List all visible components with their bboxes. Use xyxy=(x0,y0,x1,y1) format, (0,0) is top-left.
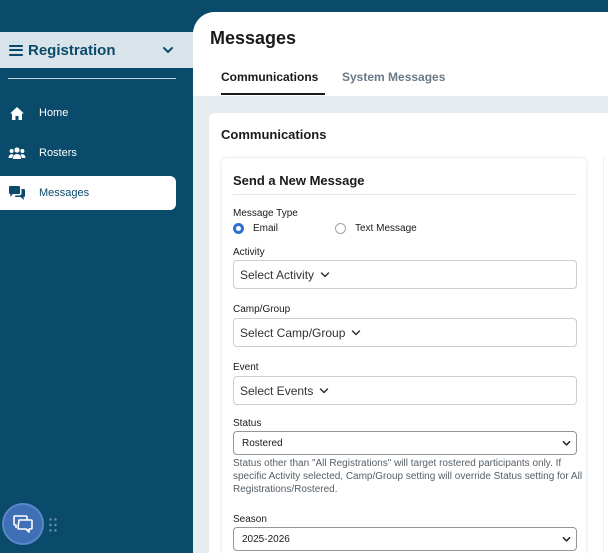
users-icon xyxy=(8,144,26,162)
main-content: Messages Communications System Messages … xyxy=(193,12,608,553)
chevron-down-icon xyxy=(352,329,361,335)
activity-label: Activity xyxy=(233,247,265,258)
event-label: Event xyxy=(233,362,259,373)
status-select-value: Rostered xyxy=(242,437,283,449)
sidebar-item-home[interactable]: Home xyxy=(0,96,176,130)
season-select-value: 2025-2026 xyxy=(242,533,290,545)
hamburger-icon[interactable] xyxy=(9,44,23,56)
event-select-placeholder: Select Events xyxy=(240,383,314,398)
chat-icon xyxy=(13,515,33,533)
activity-select[interactable]: Select Activity xyxy=(233,260,577,289)
season-label: Season xyxy=(233,514,267,525)
chevron-down-icon xyxy=(562,536,571,542)
page-header: Messages Communications System Messages xyxy=(193,12,608,96)
card-title: Communications xyxy=(221,127,327,142)
active-tab-indicator xyxy=(221,93,325,95)
form-title: Send a New Message xyxy=(233,173,365,188)
activity-select-placeholder: Select Activity xyxy=(240,267,315,282)
send-message-form: Send a New Message Message Type Email Te… xyxy=(221,157,587,553)
status-select[interactable]: Rostered xyxy=(233,431,577,455)
sidebar-item-label: Home xyxy=(39,107,69,119)
chevron-down-icon[interactable] xyxy=(161,43,175,57)
communications-card: Communications Send a New Message Messag… xyxy=(209,113,608,553)
sidebar-header[interactable]: Registration xyxy=(0,32,193,68)
camp-group-select[interactable]: Select Camp/Group xyxy=(233,318,577,347)
sidebar: Registration Home Rosters Messages xyxy=(0,0,193,553)
form-divider xyxy=(233,194,577,195)
side-panel-edge xyxy=(603,157,608,553)
message-type-label: Message Type xyxy=(233,208,298,219)
camp-group-label: Camp/Group xyxy=(233,304,291,315)
chevron-down-icon xyxy=(562,440,571,446)
sidebar-title: Registration xyxy=(28,41,116,59)
email-radio[interactable] xyxy=(233,223,244,234)
chevron-down-icon xyxy=(320,387,329,393)
drag-handle-icon[interactable] xyxy=(48,517,58,533)
sidebar-item-messages[interactable]: Messages xyxy=(0,176,176,210)
page-title: Messages xyxy=(210,28,297,48)
status-label: Status xyxy=(233,418,262,429)
text-message-radio-label[interactable]: Text Message xyxy=(355,223,417,234)
event-select[interactable]: Select Events xyxy=(233,376,577,405)
status-help-text: Status other than "All Registrations" wi… xyxy=(233,458,583,495)
season-select[interactable]: 2025-2026 xyxy=(233,527,577,551)
tab-communications[interactable]: Communications xyxy=(221,70,318,84)
chevron-down-icon xyxy=(320,271,330,277)
sidebar-item-rosters[interactable]: Rosters xyxy=(0,136,176,170)
sidebar-item-label: Messages xyxy=(39,187,90,199)
home-icon xyxy=(8,104,26,122)
text-message-radio[interactable] xyxy=(335,223,346,234)
tab-system-messages[interactable]: System Messages xyxy=(342,70,445,84)
message-type-radio-group: Email Text Message xyxy=(233,222,577,236)
camp-group-select-placeholder: Select Camp/Group xyxy=(240,325,346,340)
chat-support-button[interactable] xyxy=(2,503,44,545)
chat-bubbles-icon xyxy=(8,184,26,202)
sidebar-item-label: Rosters xyxy=(39,147,77,159)
email-radio-label[interactable]: Email xyxy=(253,223,278,234)
sidebar-divider xyxy=(8,78,176,79)
